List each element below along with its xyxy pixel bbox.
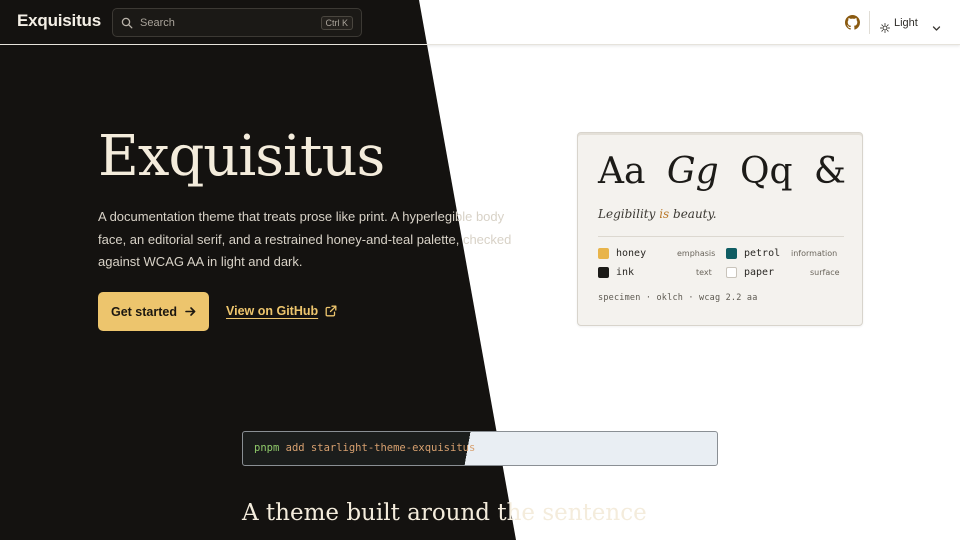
view-on-github-label: View on GitHub	[226, 304, 319, 318]
cmd-pm: pnpm	[254, 442, 280, 454]
swatch-name: ink	[616, 267, 635, 278]
tagline-post: beauty.	[669, 207, 717, 221]
search-icon	[121, 17, 133, 29]
swatch-chip	[598, 267, 609, 278]
swatch-role: information	[791, 249, 838, 258]
hero-title: Exquisitus	[98, 124, 385, 189]
theme-select[interactable]: Light	[880, 14, 944, 33]
chevron-down-icon	[932, 18, 941, 31]
site-header: Exquisitus Search Ctrl K Light	[0, 0, 960, 45]
swatch-chip	[598, 248, 609, 259]
swatch-role: text	[696, 268, 712, 277]
specimen-footer: specimen · oklch · wcag 2.2 aa	[598, 293, 758, 303]
cmd-verb: add	[285, 442, 305, 454]
swatch-role: surface	[810, 268, 840, 277]
glyph-qq: Qq	[740, 151, 793, 192]
tagline-pre: Legibility	[598, 207, 660, 221]
glyph-ampersand: &	[813, 151, 846, 192]
glyph-gg: Gg	[666, 151, 719, 192]
arrow-right-icon	[185, 306, 196, 317]
glyph-specimen: Aa Gg Qq &	[598, 151, 846, 192]
type-specimen-card: Aa Gg Qq & Legibility is beauty. honey e…	[577, 132, 863, 326]
glyph-aa: Aa	[598, 151, 646, 192]
swatch-chip	[726, 267, 737, 278]
swatch-petrol: petrol	[726, 248, 780, 259]
theme-select-value: Light	[894, 16, 918, 29]
swatch-name: honey	[616, 248, 647, 259]
tagline-highlight: is	[659, 207, 670, 221]
search-input[interactable]: Search Ctrl K	[112, 8, 362, 37]
search-placeholder: Search	[140, 16, 175, 29]
swatch-role: emphasis	[677, 249, 716, 258]
swatch-name: petrol	[744, 248, 781, 259]
external-link-icon	[325, 305, 337, 317]
section-heading: A theme built around the sentence	[242, 500, 647, 526]
specimen-tagline: Legibility is beauty.	[598, 207, 717, 221]
view-on-github-link[interactable]: View on GitHub	[226, 304, 337, 318]
install-command-box[interactable]: pnpm add starlight-theme-exquisitus	[242, 431, 718, 466]
header-divider	[869, 11, 870, 34]
cmd-package: starlight-theme-exquisitus	[310, 442, 476, 454]
site-title[interactable]: Exquisitus	[17, 11, 101, 31]
get-started-button[interactable]: Get started	[98, 292, 209, 331]
sun-icon	[880, 18, 890, 33]
swatch-chip	[726, 248, 737, 259]
install-command: pnpm add starlight-theme-exquisitus	[254, 442, 475, 454]
swatch-honey: honey	[598, 248, 646, 259]
swatch-paper: paper	[726, 267, 774, 278]
swatch-name: paper	[744, 267, 775, 278]
github-icon[interactable]	[845, 15, 860, 30]
search-shortcut: Ctrl K	[320, 15, 353, 30]
card-divider	[598, 236, 844, 237]
get-started-label: Get started	[111, 304, 177, 319]
hero-lede: A documentation theme that treats prose …	[98, 209, 512, 269]
swatch-ink: ink	[598, 267, 634, 278]
